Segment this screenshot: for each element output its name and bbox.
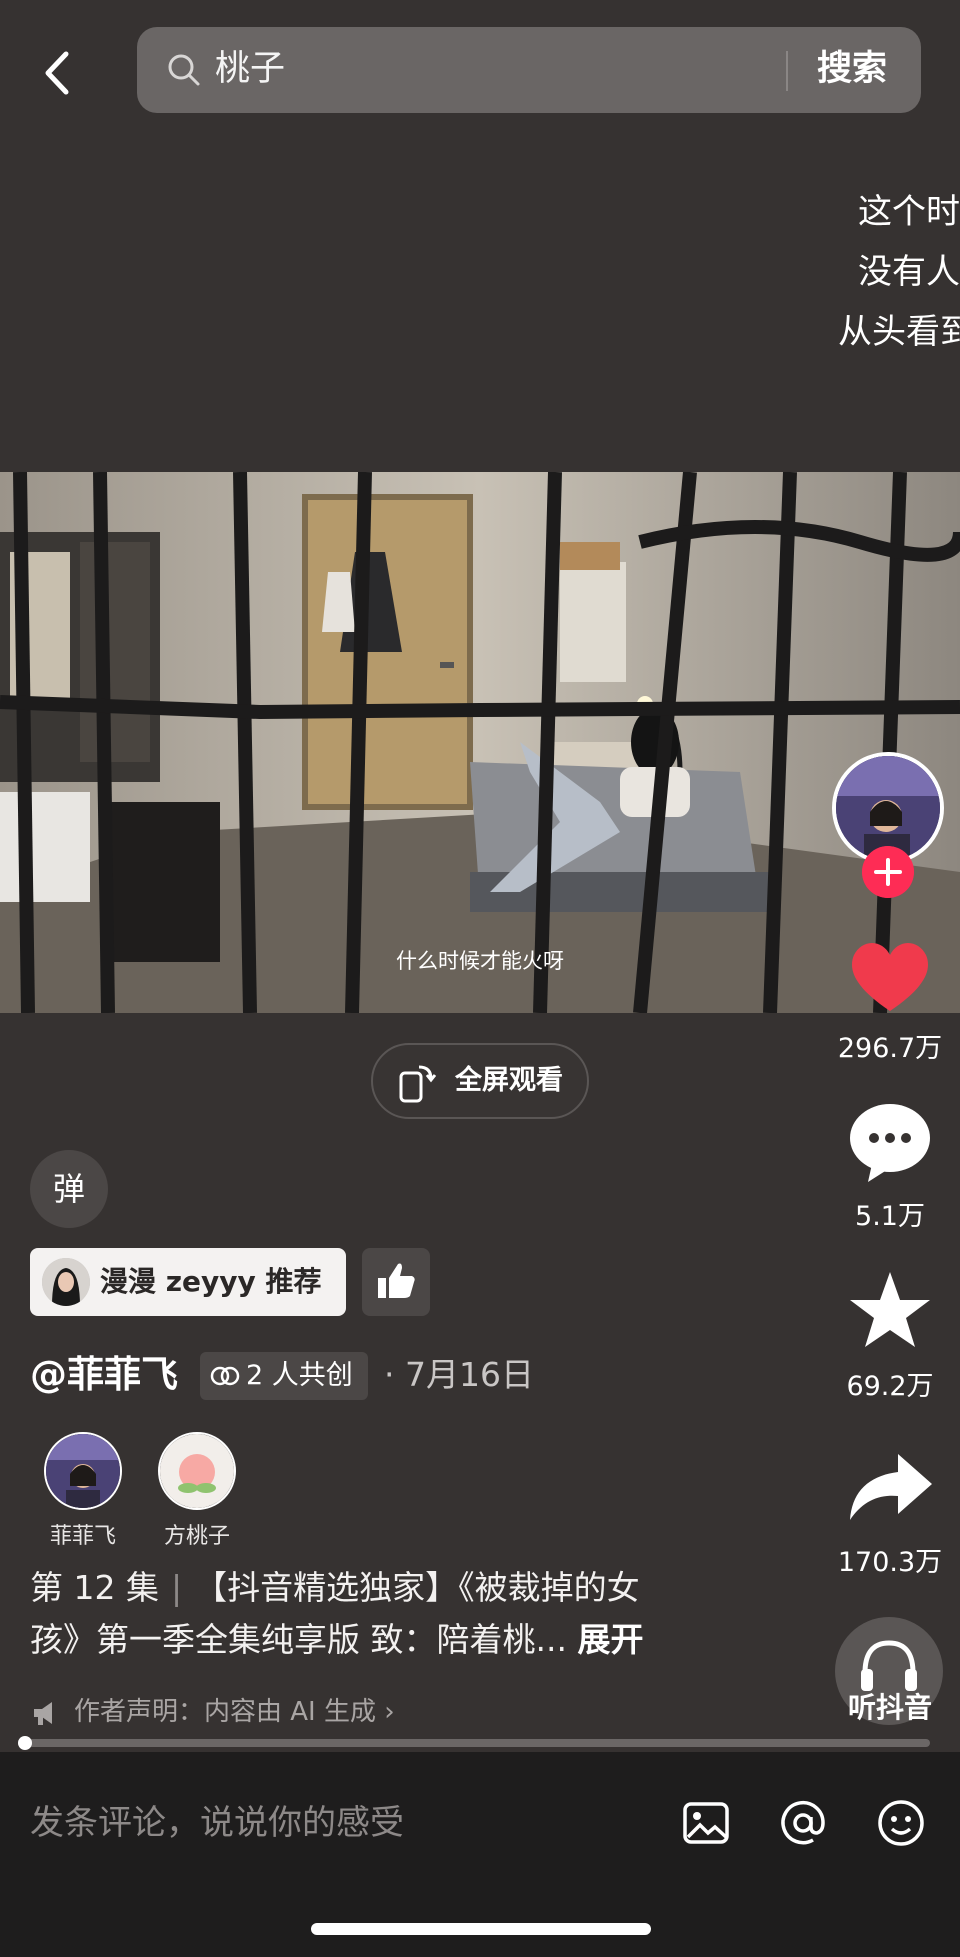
- rotate-screen-icon: [399, 1065, 437, 1103]
- comment-icon[interactable]: [842, 1102, 938, 1182]
- expand-link[interactable]: 展开: [577, 1620, 643, 1659]
- at-icon[interactable]: [777, 1797, 829, 1849]
- share-count: 170.3万: [837, 1547, 943, 1578]
- cocreator-name: 菲菲飞: [49, 1524, 116, 1549]
- search-icon: [168, 54, 200, 86]
- fullscreen-label: 全屏观看: [455, 1065, 563, 1096]
- follow-plus-icon[interactable]: [862, 846, 914, 898]
- thumbs-up-icon: [378, 1263, 415, 1298]
- cocreator-name: 方桃子: [163, 1524, 230, 1549]
- search-input[interactable]: 桃子: [215, 43, 285, 95]
- heart-icon[interactable]: [842, 935, 938, 1015]
- avatar-image: [836, 756, 940, 860]
- emoji-icon[interactable]: [875, 1797, 927, 1849]
- author-name[interactable]: @菲菲飞: [30, 1350, 178, 1400]
- search-button[interactable]: 搜索: [817, 43, 887, 95]
- cocreator-avatar: [44, 1432, 122, 1510]
- favorite-count: 69.2万: [846, 1371, 934, 1402]
- video-subtitle: 什么时候才能火呀: [396, 949, 564, 973]
- comment-count: 5.1万: [855, 1201, 925, 1232]
- home-indicator: [311, 1923, 651, 1935]
- listen-douyin-label: 听抖音: [847, 1691, 932, 1724]
- megaphone-icon: [34, 1701, 52, 1725]
- recommend-badge[interactable]: 漫漫 zeyyy 推荐: [30, 1248, 346, 1316]
- background-text-line: 从头看到: [838, 312, 960, 352]
- background-text-line: 没有人: [858, 252, 960, 292]
- thumbs-up-button[interactable]: [362, 1248, 430, 1316]
- description-text-line2: 孩》第一季全集纯享版 致：陪着桃...: [30, 1620, 567, 1659]
- cocreate-label: 2 人共创: [246, 1360, 353, 1391]
- cocreator-item[interactable]: 方桃子: [142, 1432, 252, 1550]
- search-divider: [786, 51, 788, 91]
- author-statement[interactable]: 作者声明：内容由 AI 生成 ›: [30, 1692, 395, 1732]
- search-bar[interactable]: 桃子 搜索: [137, 27, 921, 113]
- back-arrow-icon[interactable]: [38, 48, 78, 98]
- episode-label: 第 12 集: [30, 1568, 159, 1607]
- like-count: 296.7万: [837, 1033, 943, 1064]
- recommender-avatar: [42, 1258, 90, 1306]
- recommend-text: 漫漫 zeyyy 推荐: [100, 1265, 322, 1298]
- cocreator-item[interactable]: 菲菲飞: [28, 1432, 138, 1550]
- link-icon: [210, 1366, 240, 1386]
- progress-handle[interactable]: [18, 1736, 32, 1750]
- author-statement-text: 作者声明：内容由 AI 生成 ›: [74, 1697, 395, 1727]
- star-icon[interactable]: [842, 1270, 938, 1350]
- danmu-toggle-button[interactable]: 弹: [30, 1150, 108, 1228]
- episode-separator: |: [170, 1568, 183, 1607]
- cocreate-badge[interactable]: 2 人共创: [200, 1352, 368, 1400]
- video-description: 第 12 集 | 【抖音精选独家】《被裁掉的女 孩》第一季全集纯享版 致：陪着桃..…: [30, 1562, 730, 1666]
- publish-date: · 7月16日: [384, 1355, 534, 1394]
- fullscreen-button[interactable]: 全屏观看: [371, 1043, 589, 1119]
- background-text-line: 这个时: [858, 192, 960, 232]
- cocreator-avatar: [158, 1432, 236, 1510]
- video-progress-bar[interactable]: [18, 1736, 930, 1750]
- description-text-line1: 【抖音精选独家】《被裁掉的女: [194, 1568, 640, 1607]
- share-icon[interactable]: [842, 1448, 938, 1528]
- video-frame: [0, 472, 960, 1013]
- comment-input[interactable]: 发条评论，说说你的感受: [30, 1798, 404, 1848]
- video-player[interactable]: [0, 472, 960, 1013]
- image-icon[interactable]: [680, 1797, 732, 1849]
